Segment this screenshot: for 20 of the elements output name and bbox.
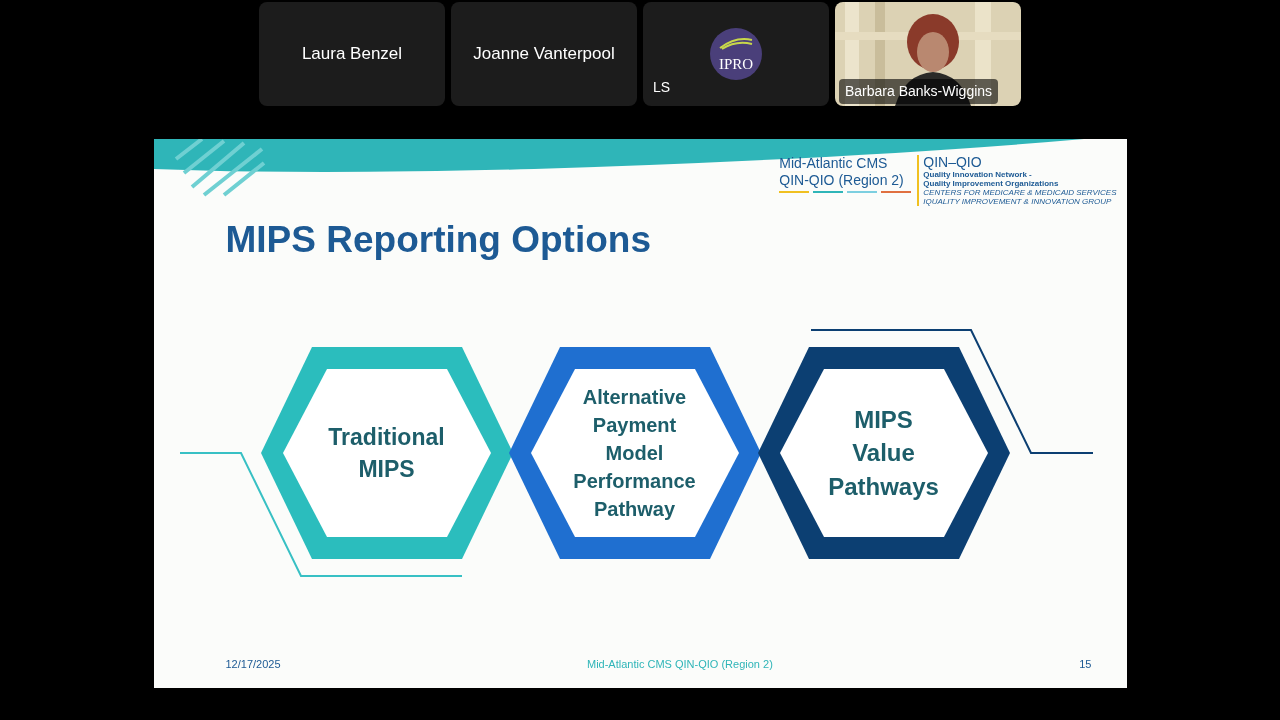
logo-text: IPRO xyxy=(718,57,754,72)
hexagon-label: MIPS Value Pathways xyxy=(827,404,940,502)
logo-text: Quality Innovation Network - xyxy=(923,170,1033,179)
slide-title: MIPS Reporting Options xyxy=(225,218,652,262)
logo-text: IQUALITY IMPROVEMENT & INNOVATION GROUP xyxy=(923,197,1113,206)
hexagon-label: Alternative Payment Model Performance Pathway xyxy=(572,385,697,522)
swoosh-icon xyxy=(718,36,754,50)
participant-name: LS xyxy=(653,78,671,97)
participant-name: Laura Benzel xyxy=(301,43,403,66)
participant-name: Barbara Banks-Wiggins xyxy=(839,79,999,104)
participant-name: Joanne Vanterpool xyxy=(473,43,615,66)
slide-date: 12/17/2025 xyxy=(225,656,281,672)
logo-text: CENTERS FOR MEDICARE & MEDICAID SERVICES xyxy=(923,188,1117,197)
slide-footer-text: Mid-Atlantic CMS QIN-QIO (Region 2) xyxy=(587,656,773,672)
logo-text: Mid-Atlantic CMS xyxy=(779,155,889,172)
logo-text: QIN-QIO (Region 2) xyxy=(779,172,905,189)
logo-text: Quality Improvement Organizations xyxy=(923,179,1060,188)
slide-number: 15 xyxy=(1079,656,1092,672)
hexagon-label: Traditional MIPS xyxy=(327,422,446,484)
logo-text: QIN–QIO xyxy=(923,155,983,170)
